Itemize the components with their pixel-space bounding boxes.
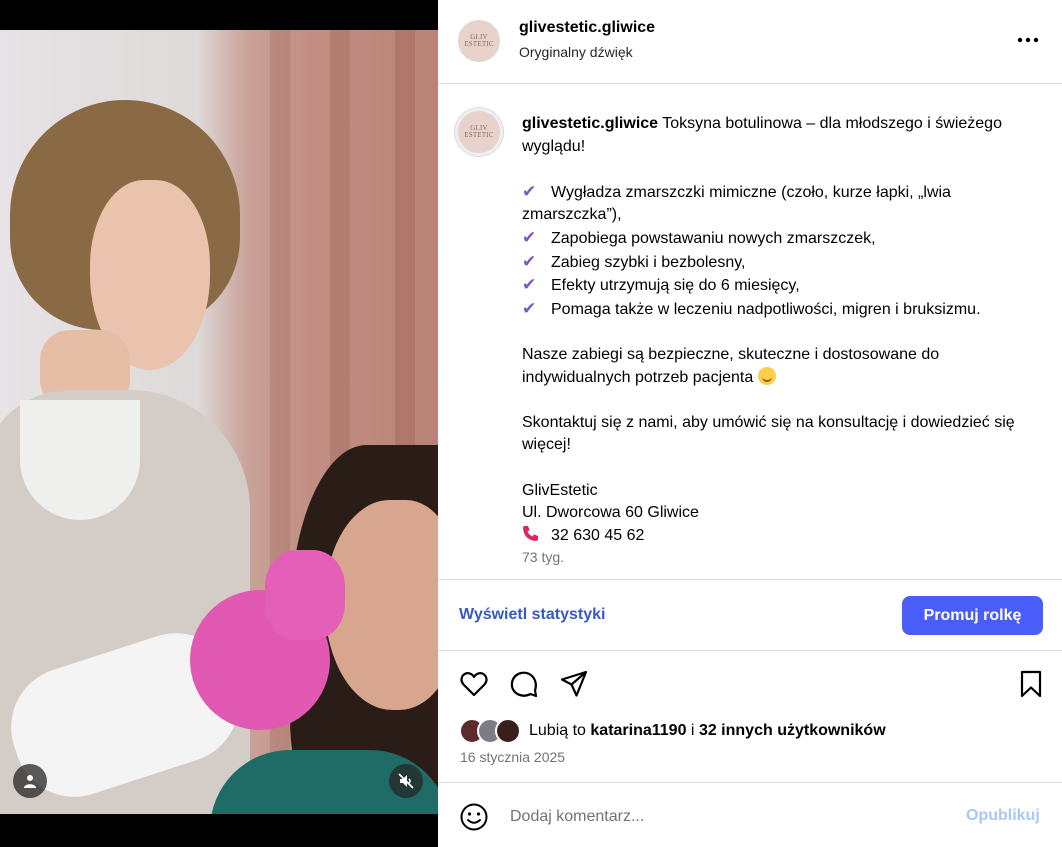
comment-input[interactable] — [510, 805, 930, 829]
caption-text: glivestetic.gliwice Toksyna botulinowa –… — [522, 113, 1042, 547]
comment-icon[interactable] — [509, 669, 539, 699]
other-likers-link[interactable]: 32 innych użytkowników — [699, 722, 886, 739]
insights-row: Wyświetl statystyki Promuj rolkę — [438, 580, 1062, 651]
more-icon — [1017, 37, 1039, 43]
caption-paragraph: Skontaktuj się z nami, aby umówić się na… — [522, 413, 1015, 454]
view-insights-link[interactable]: Wyświetl statystyki — [459, 606, 605, 624]
business-address: Ul. Dworcowa 60 Gliwice — [522, 504, 699, 522]
liker-username[interactable]: katarina1190 — [590, 722, 686, 739]
emoji-icon[interactable] — [459, 802, 489, 832]
post-header: GLIV ESTETIC glivestetic.gliwice Orygina… — [438, 0, 1062, 84]
caption-section: GLIV ESTETIC glivestetic.gliwice Toksyna… — [438, 84, 1062, 580]
post-details-panel: GLIV ESTETIC glivestetic.gliwice Orygina… — [438, 0, 1062, 847]
more-options-button[interactable] — [1016, 28, 1040, 52]
reel-media[interactable] — [0, 0, 438, 847]
caption-bullet: ✔ Efekty utrzymują się do 6 miesięcy, — [522, 274, 1042, 298]
business-name: GlivEstetic — [522, 481, 598, 499]
audio-link[interactable]: Oryginalny dźwięk — [519, 44, 633, 60]
check-icon: ✔ — [522, 275, 537, 295]
reel-video-frame[interactable] — [0, 30, 438, 814]
caption-username[interactable]: glivestetic.gliwice — [522, 115, 658, 132]
likes-text: Lubią to katarina1190 i 32 innych użytko… — [529, 722, 886, 739]
check-icon: ✔ — [522, 181, 537, 201]
caption-bullet: ✔ Wygładza zmarszczki mimiczne (czoło, ku… — [522, 181, 951, 224]
cosmetologist-collar — [20, 400, 140, 520]
pink-glove — [265, 550, 345, 640]
publish-button[interactable]: Opublikuj — [966, 807, 1040, 825]
comment-composer: Opublikuj — [438, 782, 1062, 847]
likes-summary[interactable]: Lubią to katarina1190 i 32 innych użytko… — [459, 717, 886, 745]
smiling-face-icon — [757, 366, 776, 385]
post-age[interactable]: 73 tyg. — [522, 549, 564, 565]
caption-paragraph: Nasze zabiegi są bezpieczne, skuteczne i… — [522, 345, 940, 386]
avatar[interactable]: GLIV ESTETIC — [458, 20, 500, 62]
heart-icon[interactable] — [459, 669, 489, 699]
post-date: 16 stycznia 2025 — [460, 749, 566, 765]
caption-bullet: ✔ Zapobiega powstawaniu nowych zmarszczek… — [522, 227, 1042, 251]
action-bar — [438, 651, 1062, 721]
check-icon: ✔ — [522, 251, 537, 271]
header-username[interactable]: glivestetic.gliwice — [519, 19, 655, 37]
bookmark-icon[interactable] — [1016, 669, 1046, 699]
avatar[interactable]: GLIV ESTETIC — [455, 108, 503, 156]
user-icon — [24, 775, 36, 788]
caption-bullet: ✔ Zabieg szybki i bezbolesny, — [522, 251, 1042, 275]
promote-reel-button[interactable]: Promuj rolkę — [902, 596, 1043, 635]
liker-avatar — [495, 718, 521, 744]
check-icon: ✔ — [522, 227, 537, 247]
avatar-logo-text: ESTETIC — [464, 40, 494, 48]
audio-toggle-button[interactable] — [389, 764, 423, 798]
caption-bullet: ✔ Pomaga także w leczeniu nadpotliwości, … — [522, 298, 1042, 322]
share-icon[interactable] — [559, 669, 589, 699]
tagged-users-button[interactable] — [13, 764, 47, 798]
avatar-logo-text: ESTETIC — [464, 131, 494, 139]
business-phone: 32 630 45 62 — [522, 525, 1042, 548]
phone-icon — [522, 525, 551, 548]
check-icon: ✔ — [522, 298, 537, 318]
muted-icon — [398, 773, 414, 789]
